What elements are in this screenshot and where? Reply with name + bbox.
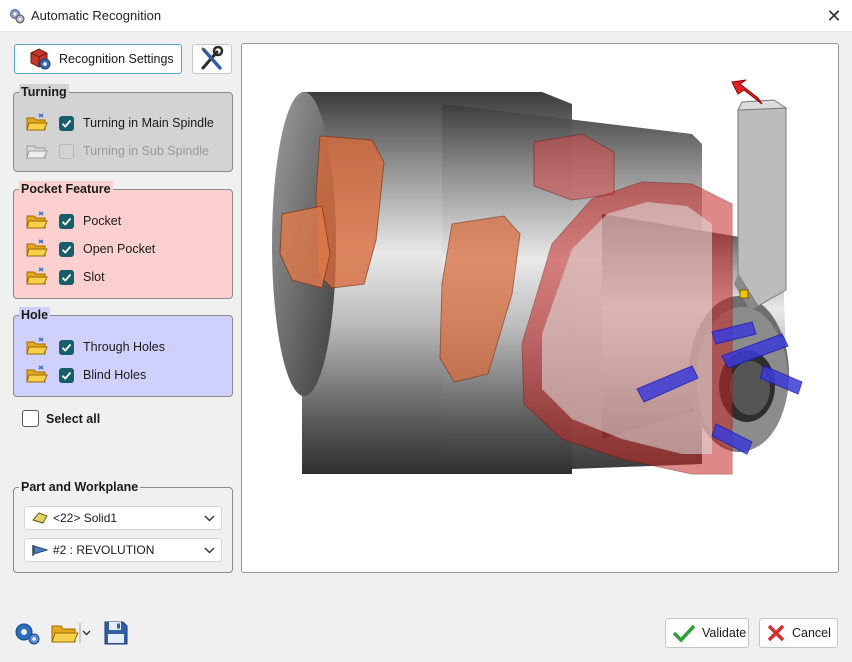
open-pocket-label: Open Pocket bbox=[83, 242, 156, 256]
window-title: Automatic Recognition bbox=[31, 8, 162, 23]
hole-group-title: Hole bbox=[19, 307, 51, 323]
folder-open-icon[interactable] bbox=[26, 211, 48, 231]
turning-group: Turning Turning in Main Spindle Turning … bbox=[13, 84, 233, 172]
pocket-feature-group-title: Pocket Feature bbox=[19, 181, 113, 197]
save-button[interactable] bbox=[102, 619, 130, 647]
recognition-settings-label: Recognition Settings bbox=[59, 52, 174, 66]
turning-sub-spindle-label: Turning in Sub Spindle bbox=[83, 144, 210, 158]
blind-holes-row[interactable]: Blind Holes bbox=[26, 365, 146, 385]
gears-icon bbox=[15, 623, 40, 645]
part-select[interactable]: <22> Solid1 bbox=[24, 506, 222, 530]
pocket-label: Pocket bbox=[83, 214, 122, 228]
3d-viewport[interactable] bbox=[241, 43, 839, 573]
checkmark-icon bbox=[672, 624, 696, 643]
folder-open-icon[interactable] bbox=[26, 365, 48, 385]
folder-open-icon[interactable] bbox=[26, 113, 48, 133]
pocket-feature-group: Pocket Feature Pocket Open Pocket Slot bbox=[13, 181, 233, 299]
folder-open-icon bbox=[51, 623, 91, 643]
through-holes-checkbox[interactable] bbox=[59, 339, 74, 355]
tools-button[interactable] bbox=[192, 44, 232, 74]
validate-label: Validate bbox=[702, 626, 747, 640]
close-icon: ✕ bbox=[826, 5, 842, 26]
part-workplane-title: Part and Workplane bbox=[19, 479, 141, 495]
slot-checkbox[interactable] bbox=[59, 269, 74, 285]
select-all-checkbox[interactable]: Select all bbox=[22, 410, 100, 427]
workplane-select-value: #2 : REVOLUTION bbox=[53, 543, 155, 557]
solid-part-icon bbox=[32, 512, 48, 524]
blind-holes-label: Blind Holes bbox=[83, 368, 147, 382]
open-pocket-checkbox[interactable] bbox=[59, 241, 74, 257]
turning-group-title: Turning bbox=[19, 84, 69, 100]
workplane-icon bbox=[32, 545, 49, 556]
part-3d-render[interactable] bbox=[242, 44, 839, 573]
chevron-down-icon[interactable] bbox=[197, 515, 221, 522]
turning-main-spindle-label: Turning in Main Spindle bbox=[83, 116, 214, 130]
x-icon bbox=[767, 624, 785, 642]
folder-open-icon bbox=[26, 145, 48, 159]
recognition-settings-button[interactable]: Recognition Settings bbox=[14, 44, 182, 74]
validate-button[interactable]: Validate bbox=[665, 618, 749, 648]
pocket-checkbox[interactable] bbox=[59, 213, 74, 229]
floppy-disk-icon bbox=[104, 621, 128, 645]
folder-open-icon[interactable] bbox=[26, 267, 48, 287]
through-holes-row[interactable]: Through Holes bbox=[26, 337, 165, 357]
folder-open-icon[interactable] bbox=[26, 239, 48, 259]
options-button[interactable] bbox=[12, 619, 42, 647]
workplane-select[interactable]: #2 : REVOLUTION bbox=[24, 538, 222, 562]
select-all-label: Select all bbox=[46, 411, 101, 426]
turning-main-spindle-checkbox[interactable] bbox=[59, 115, 74, 131]
cancel-label: Cancel bbox=[792, 626, 831, 640]
turning-sub-spindle-row: Turning in Sub Spindle bbox=[26, 141, 209, 161]
wrench-screwdriver-icon bbox=[201, 46, 224, 70]
pocket-row[interactable]: Pocket bbox=[26, 211, 121, 231]
slot-row[interactable]: Slot bbox=[26, 267, 105, 287]
title-bar: Automatic Recognition ✕ bbox=[0, 0, 852, 32]
open-file-dropdown-button[interactable] bbox=[50, 619, 94, 647]
turning-main-spindle-row[interactable]: Turning in Main Spindle bbox=[26, 113, 214, 133]
hole-group: Hole Through Holes Blind Holes bbox=[13, 307, 233, 397]
part-select-value: <22> Solid1 bbox=[53, 511, 118, 525]
gear-stack-icon bbox=[10, 9, 25, 24]
gear-cube-icon bbox=[30, 48, 51, 70]
blind-holes-checkbox[interactable] bbox=[59, 367, 74, 383]
turning-sub-spindle-checkbox bbox=[59, 143, 74, 159]
through-holes-label: Through Holes bbox=[83, 340, 165, 354]
folder-open-icon[interactable] bbox=[26, 337, 48, 357]
close-button[interactable]: ✕ bbox=[816, 0, 852, 32]
chevron-down-icon[interactable] bbox=[197, 547, 221, 554]
open-pocket-row[interactable]: Open Pocket bbox=[26, 239, 155, 259]
select-all-box[interactable] bbox=[22, 410, 39, 427]
slot-label: Slot bbox=[83, 270, 105, 284]
cancel-button[interactable]: Cancel bbox=[759, 618, 838, 648]
